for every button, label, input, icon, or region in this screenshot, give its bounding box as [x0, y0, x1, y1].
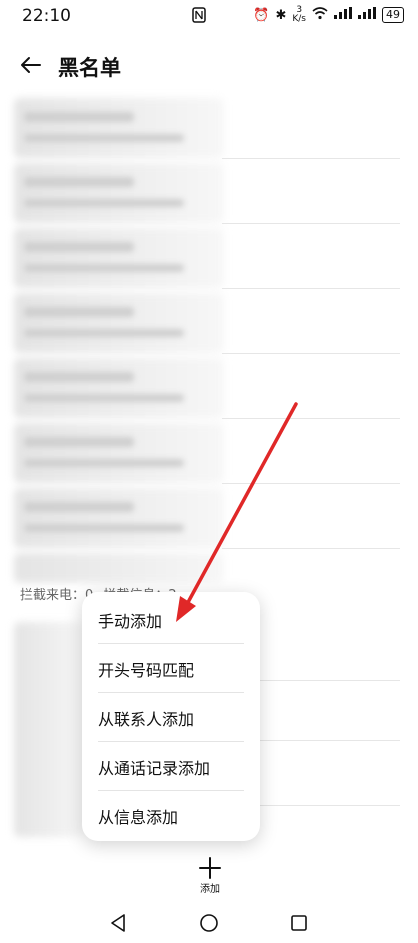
network-speed: 3 K/s: [292, 6, 306, 24]
list-item[interactable]: [0, 356, 418, 421]
blurred-content: [24, 134, 184, 142]
blurred-content: [24, 112, 134, 122]
signal-icon-1: [334, 7, 352, 23]
status-time: 22:10: [22, 6, 71, 26]
divider: [222, 223, 400, 224]
menu-item-from-call-log[interactable]: 从通话记录添加: [82, 742, 260, 791]
blurred-content: [24, 437, 134, 447]
blurred-content: [14, 98, 224, 158]
divider: [222, 288, 400, 289]
blurred-content: [14, 293, 224, 353]
blurred-content: [24, 329, 184, 337]
divider: [222, 418, 400, 419]
menu-item-from-messages[interactable]: 从信息添加: [82, 791, 260, 840]
add-options-menu: 手动添加 开头号码匹配 从联系人添加 从通话记录添加 从信息添加: [82, 592, 260, 841]
nfc-icon: [192, 7, 206, 27]
divider: [222, 353, 400, 354]
blurred-content: [24, 199, 184, 207]
blurred-content: [24, 242, 134, 252]
list-item[interactable]: [0, 161, 418, 226]
list-item[interactable]: [0, 96, 418, 161]
blurred-content: [24, 372, 134, 382]
blurred-content: [24, 264, 184, 272]
add-button-label: 添加: [200, 884, 220, 895]
alarm-icon: ⏰: [253, 7, 270, 23]
list-item[interactable]: [0, 291, 418, 356]
divider: [260, 740, 400, 741]
back-arrow-icon[interactable]: [18, 52, 44, 78]
divider: [260, 680, 400, 681]
network-speed-unit: K/s: [292, 14, 306, 24]
blurred-content: [24, 394, 184, 402]
blurred-content: [14, 488, 224, 548]
bluetooth-icon: ✱: [275, 7, 287, 23]
list-item[interactable]: [0, 226, 418, 291]
system-navigation-bar: [0, 900, 418, 943]
battery-indicator: 49: [382, 7, 404, 23]
divider: [222, 548, 400, 549]
divider: [222, 483, 400, 484]
page-title: 黑名单: [58, 56, 121, 80]
list-item[interactable]: [0, 486, 418, 551]
status-bar: 22:10 ⏰ ✱ 3 K/s 49: [0, 0, 418, 36]
blurred-content: [24, 177, 134, 187]
blurred-content: [24, 459, 184, 467]
blurred-content: [14, 358, 224, 418]
status-indicators: ⏰ ✱ 3 K/s 49: [253, 6, 404, 24]
menu-item-manual-add[interactable]: 手动添加: [82, 595, 260, 644]
wifi-icon: [312, 6, 328, 24]
blurred-content: [24, 307, 134, 317]
list-item[interactable]: [0, 421, 418, 486]
menu-item-from-contacts[interactable]: 从联系人添加: [82, 693, 260, 742]
add-button[interactable]: 添加: [190, 856, 230, 896]
blurred-content: [14, 622, 84, 837]
signal-icon-2: [358, 7, 376, 23]
nav-back-icon[interactable]: [108, 912, 130, 934]
blurred-content: [14, 163, 224, 223]
blurred-content: [14, 553, 224, 583]
plus-icon: [199, 857, 221, 879]
blurred-content: [14, 228, 224, 288]
blurred-content: [24, 524, 184, 532]
nav-home-icon[interactable]: [198, 912, 220, 934]
blurred-content: [14, 423, 224, 483]
divider: [222, 158, 400, 159]
app-header: 黑名单: [0, 46, 418, 90]
nav-recents-icon[interactable]: [288, 912, 310, 934]
blurred-content: [24, 502, 134, 512]
menu-item-prefix-match[interactable]: 开头号码匹配: [82, 644, 260, 693]
divider: [260, 805, 400, 806]
